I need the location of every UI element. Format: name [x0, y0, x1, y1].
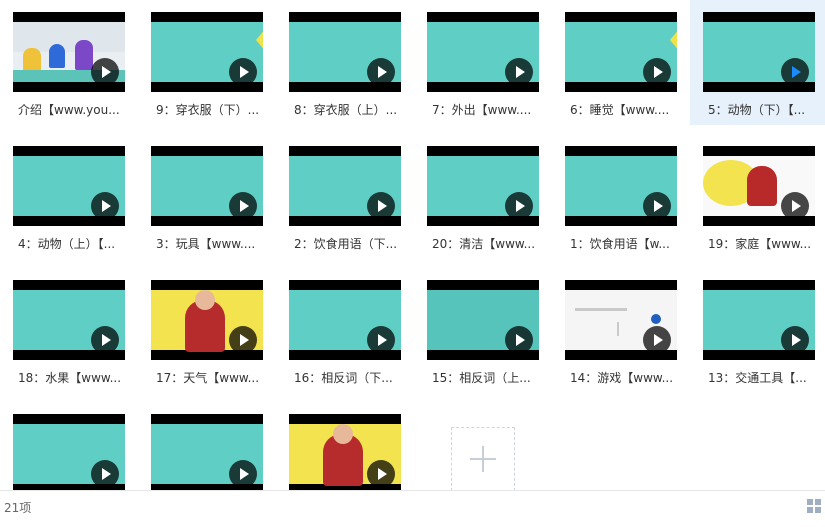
video-item[interactable]: 3：玩具【www....	[138, 134, 276, 259]
video-item[interactable]: 19：家庭【www...	[690, 134, 825, 259]
video-item[interactable]: 15：相反词（上...	[414, 268, 552, 393]
play-icon[interactable]	[229, 460, 257, 488]
video-title: 5：动物（下）【...	[708, 103, 806, 117]
video-title: 4：动物（上）【...	[18, 237, 116, 251]
video-item[interactable]: 1：饮食用语【w...	[552, 134, 690, 259]
video-item[interactable]: 7：外出【www....	[414, 0, 552, 125]
video-thumbnail	[565, 12, 677, 92]
video-item[interactable]: 2：饮食用语（下...	[276, 134, 414, 259]
play-icon[interactable]	[229, 326, 257, 354]
video-title: 2：饮食用语（下...	[294, 237, 398, 251]
play-icon[interactable]	[91, 460, 119, 488]
video-grid: 介绍【www.you... 9：穿衣服（下）... 8：穿衣服（上）... 7：外出【…	[0, 0, 825, 494]
video-thumbnail	[289, 414, 401, 494]
video-item[interactable]: 16：相反词（下...	[276, 268, 414, 393]
video-item[interactable]: 9：穿衣服（下）...	[138, 0, 276, 125]
video-title: 19：家庭【www...	[708, 237, 812, 251]
video-title: 6：睡觉【www....	[570, 103, 670, 117]
video-item[interactable]: 6：睡觉【www....	[552, 0, 690, 125]
video-title: 8：穿衣服（上）...	[294, 103, 398, 117]
play-icon[interactable]	[367, 460, 395, 488]
video-title: 3：玩具【www....	[156, 237, 256, 251]
video-thumbnail	[289, 146, 401, 226]
video-thumbnail	[151, 414, 263, 494]
play-icon[interactable]	[643, 58, 671, 86]
video-thumbnail	[427, 146, 539, 226]
video-item[interactable]: 14：游戏【www...	[552, 268, 690, 393]
video-item[interactable]: 介绍【www.you...	[0, 0, 138, 125]
play-icon[interactable]	[505, 326, 533, 354]
video-title: 9：穿衣服（下）...	[156, 103, 260, 117]
video-item[interactable]: 20：清洁【www...	[414, 134, 552, 259]
grid-view-icon[interactable]	[807, 499, 821, 513]
video-title: 13：交通工具【...	[708, 371, 807, 385]
video-item[interactable]: 4：动物（上）【...	[0, 134, 138, 259]
video-title: 20：清洁【www...	[432, 237, 536, 251]
video-thumbnail	[13, 414, 125, 494]
video-item[interactable]: 17：天气【www...	[138, 268, 276, 393]
video-item[interactable]: 5：动物（下）【...	[690, 0, 825, 125]
play-icon[interactable]	[91, 58, 119, 86]
video-thumbnail	[151, 146, 263, 226]
video-title: 1：饮食用语【w...	[570, 237, 670, 251]
play-icon[interactable]	[781, 58, 809, 86]
play-icon[interactable]	[643, 326, 671, 354]
video-item[interactable]: 18：水果【www...	[0, 268, 138, 393]
video-item[interactable]: 13：交通工具【...	[690, 268, 825, 393]
play-icon[interactable]	[367, 58, 395, 86]
video-thumbnail	[703, 146, 815, 226]
video-thumbnail	[703, 280, 815, 360]
play-icon[interactable]	[229, 58, 257, 86]
play-icon[interactable]	[643, 192, 671, 220]
play-icon[interactable]	[91, 326, 119, 354]
video-thumbnail	[427, 280, 539, 360]
video-thumbnail	[289, 12, 401, 92]
video-thumbnail	[289, 280, 401, 360]
status-bar: 21项	[0, 490, 825, 519]
video-thumbnail	[13, 146, 125, 226]
video-thumbnail	[13, 280, 125, 360]
video-title: 介绍【www.you...	[18, 103, 120, 117]
play-icon[interactable]	[781, 192, 809, 220]
video-title: 16：相反词（下...	[294, 371, 393, 385]
video-title: 17：天气【www...	[156, 371, 260, 385]
add-item-button[interactable]	[451, 427, 515, 491]
video-thumbnail	[151, 280, 263, 360]
item-count: 21项	[4, 501, 32, 515]
play-icon[interactable]	[781, 326, 809, 354]
video-title: 7：外出【www....	[432, 103, 532, 117]
play-icon[interactable]	[505, 192, 533, 220]
video-title: 14：游戏【www...	[570, 371, 674, 385]
video-thumbnail	[13, 12, 125, 92]
video-thumbnail	[565, 146, 677, 226]
video-thumbnail	[427, 12, 539, 92]
video-title: 18：水果【www...	[18, 371, 122, 385]
video-thumbnail	[565, 280, 677, 360]
play-icon[interactable]	[367, 192, 395, 220]
play-icon[interactable]	[505, 58, 533, 86]
play-icon[interactable]	[91, 192, 119, 220]
play-icon[interactable]	[229, 192, 257, 220]
video-item[interactable]: 8：穿衣服（上）...	[276, 0, 414, 125]
video-thumbnail	[703, 12, 815, 92]
play-icon[interactable]	[367, 326, 395, 354]
video-title: 15：相反词（上...	[432, 371, 531, 385]
video-thumbnail	[151, 12, 263, 92]
